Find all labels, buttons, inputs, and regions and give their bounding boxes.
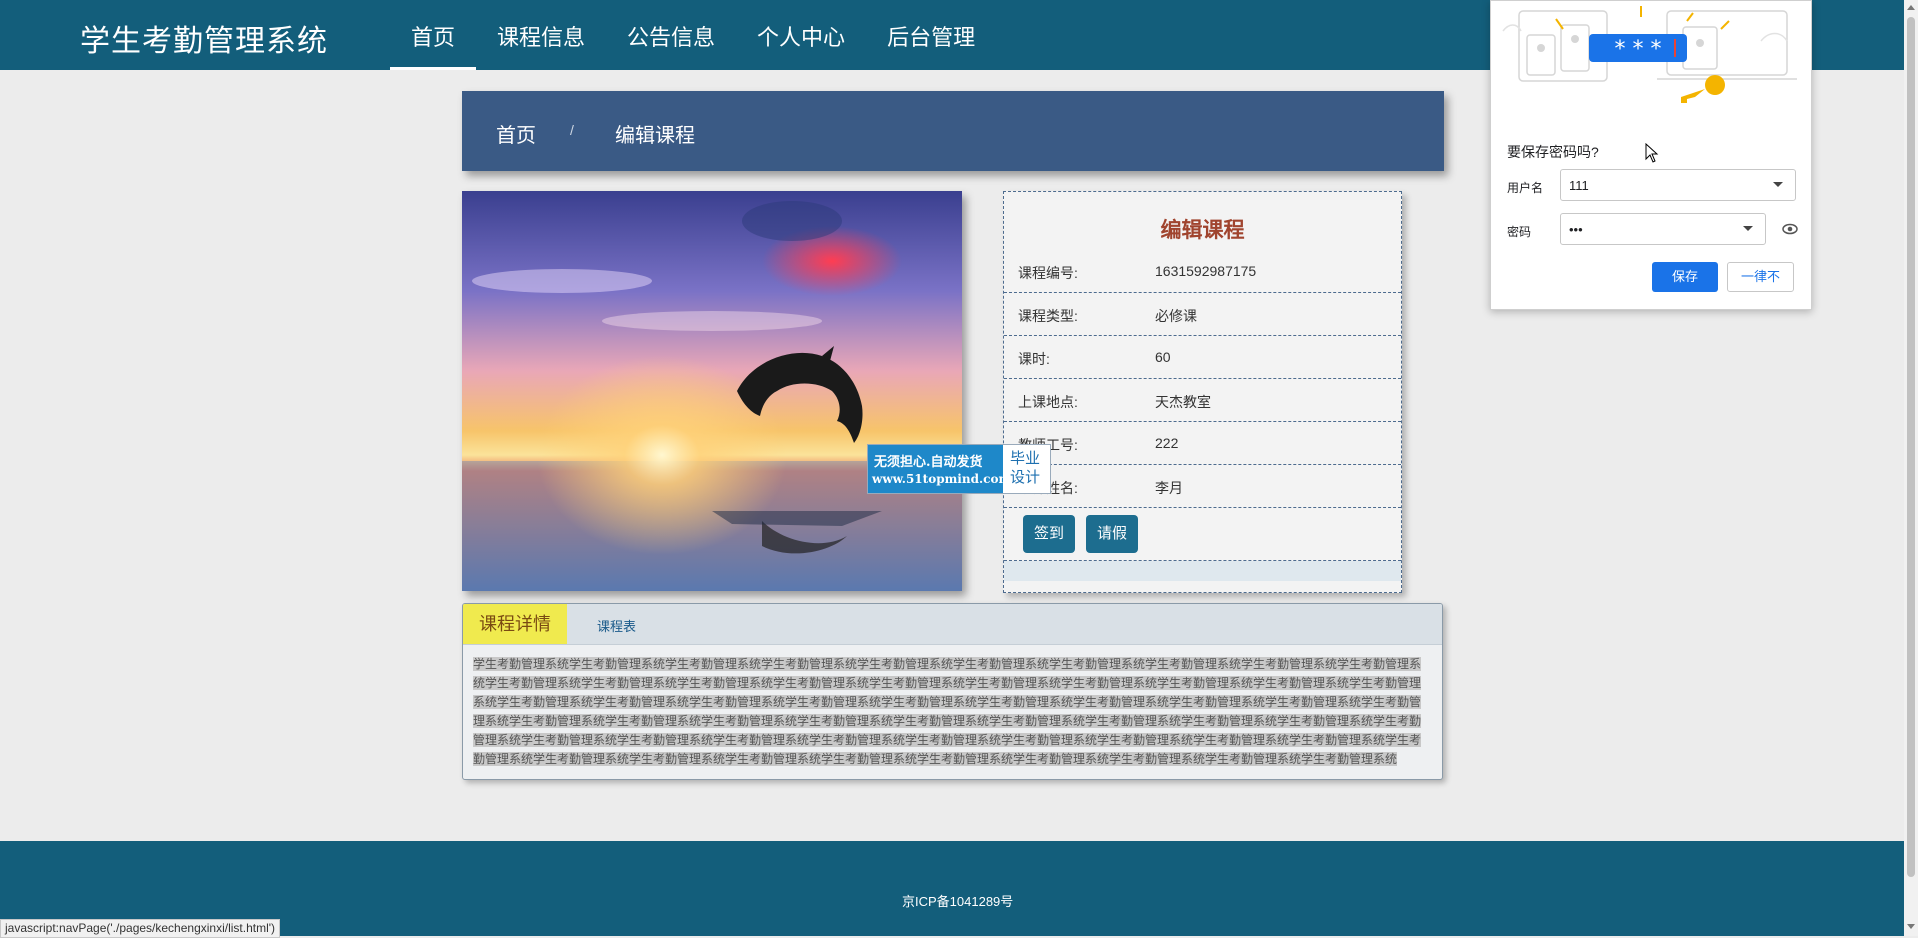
scrollbar-thumb[interactable] [1907, 17, 1915, 877]
password-value: ••• [1569, 222, 1583, 237]
icp-record: 京ICP备1041289号 [902, 894, 1014, 909]
action-buttons: 签到 请假 [1004, 508, 1401, 561]
site-brand[interactable]: 学生考勤管理系统 [80, 16, 328, 60]
scroll-down-icon[interactable] [1907, 924, 1915, 929]
password-select[interactable]: ••• [1560, 213, 1766, 245]
field-label: 上课地点: [1018, 394, 1078, 410]
field-value: 必修课 [1155, 308, 1197, 324]
nav-item-home[interactable]: 首页 [390, 0, 477, 70]
username-select[interactable]: 111 [1560, 169, 1796, 201]
main-nav: 首页 课程信息 公告信息 个人中心 后台管理 [390, 0, 996, 70]
field-value: 222 [1155, 435, 1179, 451]
leave-request-button[interactable]: 请假 [1086, 515, 1138, 553]
field-value: 李月 [1155, 480, 1183, 496]
course-detail-text: 学生考勤管理系统学生考勤管理系统学生考勤管理系统学生考勤管理系统学生考勤管理系统… [473, 655, 1425, 769]
course-image [462, 191, 962, 591]
save-password-question: 要保存密码吗? [1507, 144, 1599, 160]
breadcrumb-separator: / [570, 122, 574, 138]
field-value: 60 [1155, 349, 1171, 365]
username-label: 用户名 [1507, 181, 1544, 195]
sign-in-button[interactable]: 签到 [1023, 515, 1075, 553]
save-password-button[interactable]: 保存 [1652, 262, 1718, 292]
watermark-main: 无须担心.自动发货 www.51topmind.com [868, 445, 1011, 493]
breadcrumb: 首页 / 编辑课程 [462, 91, 1444, 171]
password-label: 密码 [1507, 225, 1532, 239]
chevron-down-icon [1773, 182, 1783, 187]
tab-course-schedule[interactable]: 课程表 [597, 616, 636, 635]
field-label: 课时: [1018, 351, 1050, 367]
chevron-down-icon [1743, 226, 1753, 231]
illustration-asterisks: * * * [1615, 37, 1662, 62]
field-value: 天杰教室 [1155, 394, 1211, 410]
nav-item-announcements[interactable]: 公告信息 [606, 0, 736, 70]
field-row: 课程编号: 1631592987175 [1004, 250, 1401, 293]
nav-item-admin[interactable]: 后台管理 [866, 0, 996, 70]
tab-course-detail[interactable]: 课程详情 [463, 604, 567, 644]
detail-text-content: 学生考勤管理系统学生考勤管理系统学生考勤管理系统学生考勤管理系统学生考勤管理系统… [473, 657, 1422, 766]
nav-item-personal-center[interactable]: 个人中心 [736, 0, 866, 70]
username-value: 111 [1569, 178, 1589, 193]
field-row: 课时: 60 [1004, 336, 1401, 379]
breadcrumb-home-link[interactable]: 首页 [496, 119, 536, 148]
field-label: 课程编号: [1018, 265, 1078, 281]
watermark-slogan: 无须担心.自动发货 [874, 455, 983, 470]
watermark-url: www.51topmind.com [872, 472, 1012, 486]
page-scrollbar[interactable] [1904, 0, 1918, 936]
nav-item-course-info[interactable]: 课程信息 [476, 0, 606, 70]
course-info-panel: 编辑课程 课程编号: 1631592987175 课程类型: 必修课 课时: 6… [1003, 191, 1402, 593]
field-row: 教师姓名: 李月 [1004, 465, 1401, 508]
dolphin-sunset-image [462, 191, 962, 591]
panel-footer [1004, 561, 1401, 581]
course-detail-panel: 课程详情 课程表 学生考勤管理系统学生考勤管理系统学生考勤管理系统学生考勤管理系… [462, 603, 1443, 780]
watermark-badge: 无须担心.自动发货 www.51topmind.com 毕业 设计 [867, 444, 1051, 494]
mouse-cursor-icon [1645, 143, 1659, 163]
browser-status-bar: javascript:navPage('./pages/kechengxinxi… [0, 919, 281, 938]
watermark-side: 毕业 设计 [1010, 449, 1046, 487]
show-password-eye-icon[interactable] [1782, 222, 1798, 236]
detail-tabs: 课程详情 课程表 [463, 604, 1442, 645]
field-value: 1631592987175 [1155, 263, 1257, 279]
never-save-button[interactable]: 一律不 [1727, 262, 1794, 292]
password-illustration-icon: * * * [1502, 6, 1797, 103]
page-footer: 京ICP备1041289号 [0, 841, 1904, 936]
field-row: 教师工号: 222 [1004, 422, 1401, 465]
watermark-side-line2: 设计 [1010, 468, 1041, 486]
field-label: 课程类型: [1018, 308, 1078, 324]
field-row: 课程类型: 必修课 [1004, 293, 1401, 336]
breadcrumb-current: 编辑课程 [615, 125, 695, 147]
scroll-up-icon[interactable] [1907, 5, 1915, 10]
course-info-title: 编辑课程 [1160, 219, 1245, 242]
field-row: 上课地点: 天杰教室 [1004, 379, 1401, 422]
watermark-side-line1: 毕业 [1010, 449, 1041, 467]
